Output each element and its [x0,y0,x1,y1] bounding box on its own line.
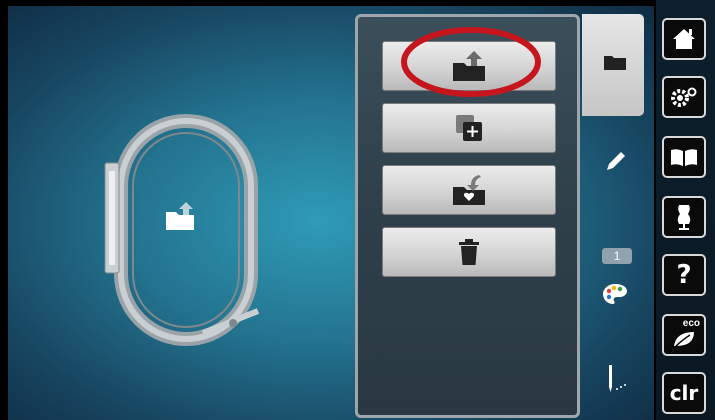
tutorial-button[interactable] [662,136,706,178]
needle-stitch-icon [609,365,626,392]
trash-icon [459,239,479,265]
tab-color[interactable] [586,264,644,324]
settings-icon [671,87,697,107]
tab-column [586,14,644,418]
open-design-button[interactable] [382,41,556,91]
delete-button[interactable] [382,227,556,277]
tab-stitch[interactable] [586,348,644,408]
book-icon [671,149,697,166]
tab-edit[interactable] [586,132,644,192]
eco-leaf-icon [673,332,694,349]
color-count-badge: 1 [602,248,632,264]
menu-panel [355,14,580,418]
right-sidebar: ? eco clr [656,0,715,420]
folder-open-icon [453,51,485,81]
clear-icon: clr [669,381,699,405]
eco-button[interactable]: eco [662,314,706,356]
folder-icon [604,56,626,70]
save-favorite-button[interactable] [382,165,556,215]
color-palette-icon [603,284,627,304]
home-icon [673,29,695,49]
clear-button[interactable]: clr [662,372,706,414]
settings-button[interactable] [662,76,706,118]
help-icon: ? [676,260,692,290]
home-button[interactable] [662,18,706,60]
new-design-icon [456,115,482,141]
folder-open-icon [166,202,194,230]
creative-consultant-button[interactable] [662,196,706,238]
dress-form-icon [677,205,691,230]
eco-label: eco [682,318,700,329]
tab-folder[interactable] [586,32,644,92]
save-favorite-icon [453,175,485,205]
new-design-button[interactable] [382,103,556,153]
pencil-icon [607,152,625,170]
help-button[interactable]: ? [662,254,706,296]
